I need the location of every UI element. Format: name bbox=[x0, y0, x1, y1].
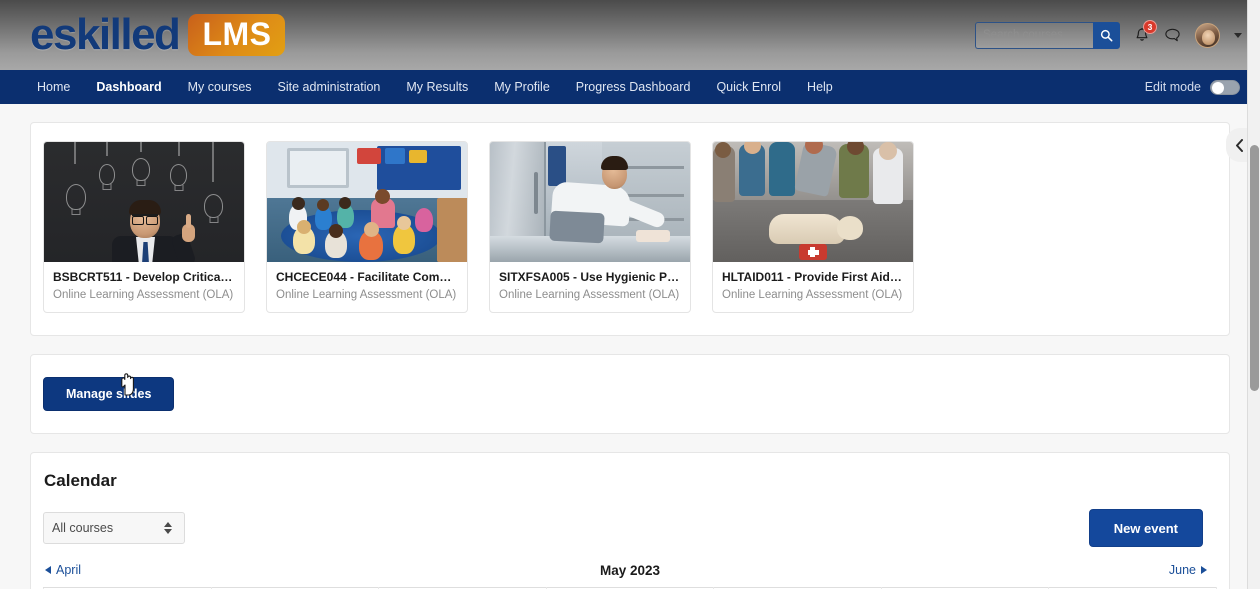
search-input[interactable] bbox=[975, 21, 1093, 49]
course-card-title: SITXFSA005 - Use Hygienic Practic... bbox=[499, 270, 681, 284]
course-search bbox=[975, 21, 1120, 49]
page-content: BSBCRT511 - Develop Critical Thin... Onl… bbox=[0, 104, 1260, 589]
chevron-left-icon bbox=[1235, 138, 1243, 152]
course-card[interactable]: CHCECE044 - Facilitate Complianc... Onli… bbox=[266, 141, 468, 313]
nav-item-progress-dashboard[interactable]: Progress Dashboard bbox=[563, 70, 704, 104]
course-cards-row: BSBCRT511 - Develop Critical Thin... Onl… bbox=[31, 123, 1229, 335]
course-card-image bbox=[490, 142, 690, 262]
select-arrows-icon bbox=[164, 522, 172, 534]
course-card-subtitle: Online Learning Assessment (OLA) bbox=[53, 289, 234, 301]
course-card[interactable]: BSBCRT511 - Develop Critical Thin... Onl… bbox=[43, 141, 245, 313]
previous-month-label: April bbox=[56, 563, 82, 577]
next-month-label: June bbox=[1168, 563, 1196, 577]
course-overview-panel: BSBCRT511 - Develop Critical Thin... Onl… bbox=[30, 122, 1230, 336]
user-menu-button[interactable] bbox=[1195, 22, 1220, 48]
arrow-right-icon bbox=[1201, 566, 1207, 574]
browser-viewport: eskilled LMS 3 bbox=[0, 0, 1260, 589]
messages-button[interactable] bbox=[1164, 27, 1181, 43]
search-submit-button[interactable] bbox=[1093, 21, 1120, 49]
nav-item-help[interactable]: Help bbox=[794, 70, 846, 104]
avatar bbox=[1195, 22, 1220, 48]
edit-mode-toggle[interactable] bbox=[1210, 79, 1240, 95]
chat-bubble-icon bbox=[1165, 28, 1180, 42]
search-icon bbox=[1100, 29, 1113, 41]
course-card-subtitle: Online Learning Assessment (OLA) bbox=[722, 289, 903, 301]
course-card-title: HLTAID011 - Provide First Aid (Rel... bbox=[722, 270, 904, 284]
calendar-month-nav: April May 2023 June bbox=[43, 562, 1217, 578]
calendar-controls: All courses New event bbox=[43, 509, 1217, 547]
arrow-left-icon bbox=[45, 566, 51, 574]
course-card-subtitle: Online Learning Assessment (OLA) bbox=[499, 289, 680, 301]
calendar-panel: Calendar All courses New event April May… bbox=[30, 452, 1230, 589]
site-header: eskilled LMS 3 bbox=[0, 0, 1260, 70]
nav-item-my-profile[interactable]: My Profile bbox=[481, 70, 563, 104]
header-actions: 3 bbox=[975, 19, 1242, 49]
course-card-body: SITXFSA005 - Use Hygienic Practic... Onl… bbox=[490, 262, 690, 312]
course-card-title: BSBCRT511 - Develop Critical Thin... bbox=[53, 270, 235, 284]
logo-lms-badge: LMS bbox=[188, 14, 286, 56]
nav-item-my-courses[interactable]: My courses bbox=[175, 70, 265, 104]
toggle-knob bbox=[1212, 81, 1224, 94]
course-card-image bbox=[44, 142, 244, 262]
course-filter-value: All courses bbox=[52, 521, 114, 535]
scrollbar-thumb[interactable] bbox=[1250, 145, 1259, 391]
nav-item-dashboard[interactable]: Dashboard bbox=[83, 70, 174, 104]
course-card-body: CHCECE044 - Facilitate Complianc... Onli… bbox=[267, 262, 467, 312]
classroom-children-image bbox=[267, 142, 467, 262]
page-scrollbar[interactable] bbox=[1247, 0, 1260, 589]
course-card-image bbox=[713, 142, 913, 262]
edit-mode-label: Edit mode bbox=[1144, 80, 1201, 94]
previous-month-link[interactable]: April bbox=[45, 563, 81, 577]
manage-slides-panel: Manage slides bbox=[30, 354, 1230, 434]
nav-item-home[interactable]: Home bbox=[24, 70, 83, 104]
notifications-button[interactable]: 3 bbox=[1134, 19, 1157, 44]
edit-mode-control: Edit mode bbox=[1144, 79, 1240, 95]
current-month-label: May 2023 bbox=[599, 562, 661, 578]
nav-item-quick-enrol[interactable]: Quick Enrol bbox=[703, 70, 794, 104]
course-card-image bbox=[267, 142, 467, 262]
course-card-body: HLTAID011 - Provide First Aid (Rel... On… bbox=[713, 262, 913, 312]
course-card-subtitle: Online Learning Assessment (OLA) bbox=[276, 289, 457, 301]
notification-count-badge: 3 bbox=[1143, 19, 1157, 34]
chevron-down-icon[interactable] bbox=[1234, 32, 1242, 38]
primary-navigation: Home Dashboard My courses Site administr… bbox=[0, 70, 1260, 104]
calendar-title: Calendar bbox=[44, 471, 117, 490]
new-event-wrap: New event bbox=[1088, 509, 1203, 547]
course-card-body: BSBCRT511 - Develop Critical Thin... Onl… bbox=[44, 262, 244, 312]
course-card[interactable]: HLTAID011 - Provide First Aid (Rel... On… bbox=[712, 141, 914, 313]
cpr-training-image bbox=[713, 142, 913, 262]
chalkboard-lightbulbs-image bbox=[44, 142, 244, 262]
chef-kitchen-image bbox=[490, 142, 690, 262]
site-logo[interactable]: eskilled LMS bbox=[30, 10, 286, 59]
new-event-button[interactable]: New event bbox=[1088, 509, 1203, 547]
course-card-title: CHCECE044 - Facilitate Complianc... bbox=[276, 270, 458, 284]
logo-wordmark: eskilled bbox=[30, 10, 181, 59]
nav-item-site-administration[interactable]: Site administration bbox=[265, 70, 394, 104]
manage-slides-button[interactable]: Manage slides bbox=[43, 377, 175, 411]
next-month-link[interactable]: June bbox=[1169, 563, 1207, 577]
course-filter-select[interactable]: All courses bbox=[43, 512, 185, 544]
course-card[interactable]: SITXFSA005 - Use Hygienic Practic... Onl… bbox=[489, 141, 691, 313]
nav-item-my-results[interactable]: My Results bbox=[393, 70, 481, 104]
